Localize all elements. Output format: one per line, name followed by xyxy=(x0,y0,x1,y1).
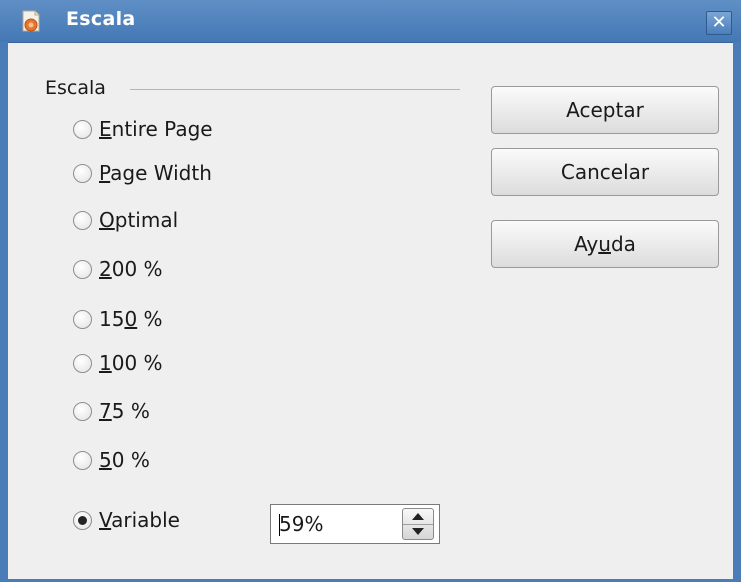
radio-button[interactable] xyxy=(73,119,92,139)
spin-down-button[interactable] xyxy=(403,524,433,539)
radio-75-percent[interactable]: 75 % xyxy=(73,396,150,426)
radio-100-percent[interactable]: 100 % xyxy=(73,348,163,378)
radio-50-percent[interactable]: 50 % xyxy=(73,445,150,475)
window-title: Escala xyxy=(66,8,136,30)
title-bar[interactable]: Escala ✕ xyxy=(0,0,741,43)
radio-label: 150 % xyxy=(99,307,163,331)
close-icon: ✕ xyxy=(711,12,727,33)
group-separator xyxy=(130,89,460,90)
radio-button[interactable] xyxy=(73,309,92,329)
impress-app-icon xyxy=(22,10,40,32)
close-button[interactable]: ✕ xyxy=(706,11,732,35)
zoom-value-input[interactable] xyxy=(271,505,395,543)
spin-buttons[interactable] xyxy=(402,508,434,540)
radio-label: Optimal xyxy=(99,208,179,232)
help-button[interactable]: Ayuda xyxy=(491,220,719,268)
radio-200-percent[interactable]: 200 % xyxy=(73,254,163,284)
radio-button[interactable] xyxy=(73,259,92,279)
arrow-up-icon xyxy=(412,513,424,520)
radio-button[interactable] xyxy=(73,353,92,373)
radio-variable[interactable]: Variable xyxy=(73,505,180,535)
radio-150-percent[interactable]: 150 % xyxy=(73,304,163,334)
cancel-button[interactable]: Cancelar xyxy=(491,148,719,196)
radio-page-width[interactable]: Page Width xyxy=(73,158,212,188)
radio-label: 75 % xyxy=(99,399,150,423)
radio-label: 200 % xyxy=(99,257,163,281)
radio-button[interactable] xyxy=(73,210,92,230)
window-frame-left xyxy=(0,42,8,582)
radio-label: 50 % xyxy=(99,448,150,472)
radio-optimal[interactable]: Optimal xyxy=(73,205,178,235)
radio-button-selected[interactable] xyxy=(73,510,92,530)
radio-label: 100 % xyxy=(99,351,163,375)
window-frame-right xyxy=(733,42,741,582)
variable-zoom-spinbox[interactable] xyxy=(270,504,440,544)
radio-button[interactable] xyxy=(73,450,92,470)
scale-group-label: Escala xyxy=(45,77,106,99)
radio-label: Entire Page xyxy=(99,117,213,141)
radio-entire-page[interactable]: Entire Page xyxy=(73,114,213,144)
arrow-down-icon xyxy=(412,528,424,535)
radio-button[interactable] xyxy=(73,163,92,183)
ok-button[interactable]: Aceptar xyxy=(491,86,719,134)
text-cursor xyxy=(279,514,280,536)
radio-label: Variable xyxy=(99,508,180,532)
radio-button[interactable] xyxy=(73,401,92,421)
spin-up-button[interactable] xyxy=(403,509,433,525)
radio-label: Page Width xyxy=(99,161,212,185)
